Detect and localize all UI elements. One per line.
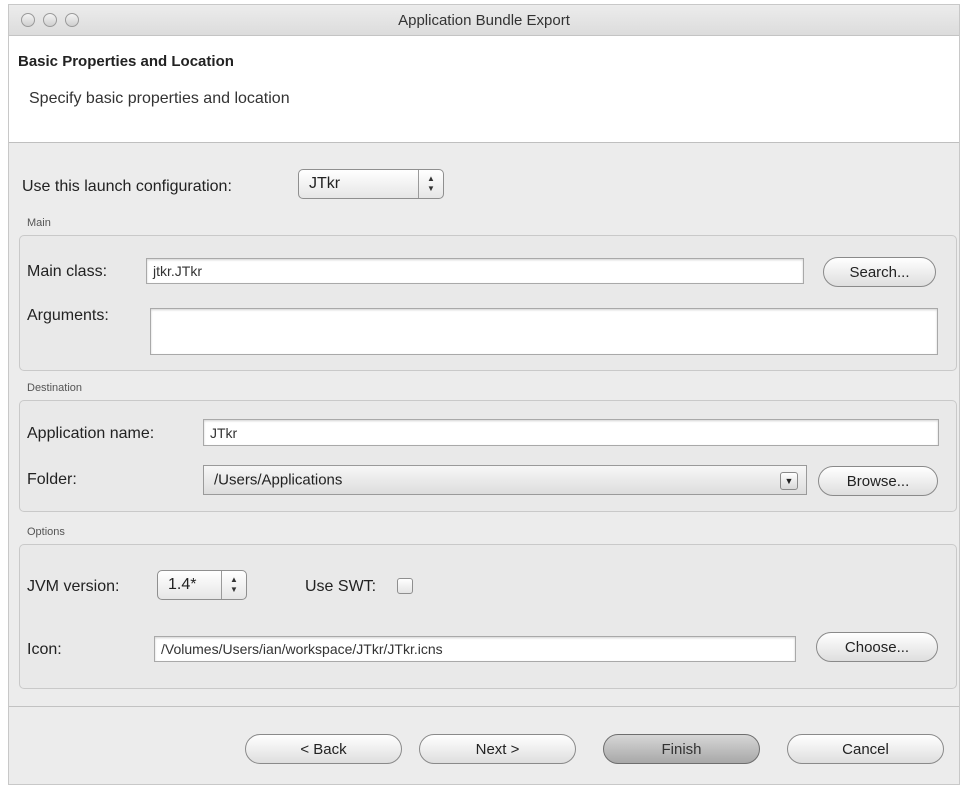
- icon-label: Icon:: [27, 641, 62, 658]
- main-group-title: Main: [27, 217, 51, 229]
- use-swt-checkbox[interactable]: [397, 578, 413, 594]
- window-title: Application Bundle Export: [398, 12, 570, 29]
- page-title: Basic Properties and Location: [18, 53, 234, 70]
- options-group-title: Options: [27, 526, 65, 538]
- finish-button[interactable]: Finish: [603, 734, 760, 764]
- back-button[interactable]: < Back: [245, 734, 402, 764]
- app-name-input[interactable]: JTkr: [203, 419, 939, 446]
- cancel-button[interactable]: Cancel: [787, 734, 944, 764]
- launch-config-popup[interactable]: JTkr ▲ ▼: [298, 169, 444, 199]
- title-bar: Application Bundle Export: [9, 5, 959, 36]
- dialog-window: Application Bundle Export Basic Properti…: [8, 4, 960, 785]
- destination-group-title: Destination: [27, 382, 83, 394]
- launch-config-label: Use this launch configuration:: [22, 178, 232, 195]
- footer-separator: [9, 706, 959, 707]
- popup-arrows-icon: ▲ ▼: [418, 170, 443, 198]
- arguments-label: Arguments:: [27, 307, 109, 324]
- use-swt-label: Use SWT:: [305, 578, 377, 595]
- jvm-version-popup[interactable]: 1.4* ▲ ▼: [157, 570, 247, 600]
- folder-combo[interactable]: /Users/Applications ▼: [203, 465, 807, 495]
- destination-group: [19, 400, 957, 512]
- arguments-input[interactable]: [150, 308, 938, 355]
- jvm-version-label: JVM version:: [27, 578, 120, 595]
- browse-button[interactable]: Browse...: [818, 466, 938, 496]
- choose-button[interactable]: Choose...: [816, 632, 938, 662]
- launch-config-value: JTkr: [309, 175, 341, 192]
- page-description: Specify basic properties and location: [29, 90, 290, 107]
- icon-path-input[interactable]: /Volumes/Users/ian/workspace/JTkr/JTkr.i…: [154, 636, 796, 662]
- next-button[interactable]: Next >: [419, 734, 576, 764]
- popup-arrows-icon: ▲ ▼: [221, 571, 246, 599]
- main-class-label: Main class:: [27, 263, 108, 280]
- dropdown-arrow-icon[interactable]: ▼: [780, 472, 798, 490]
- options-group: [19, 544, 957, 689]
- folder-label: Folder:: [27, 471, 77, 488]
- jvm-version-value: 1.4*: [168, 576, 197, 593]
- wizard-header: Basic Properties and Location Specify ba…: [9, 36, 959, 143]
- search-button[interactable]: Search...: [823, 257, 936, 287]
- folder-value: /Users/Applications: [214, 471, 343, 489]
- main-class-input[interactable]: jtkr.JTkr: [146, 258, 804, 284]
- app-name-label: Application name:: [27, 425, 155, 442]
